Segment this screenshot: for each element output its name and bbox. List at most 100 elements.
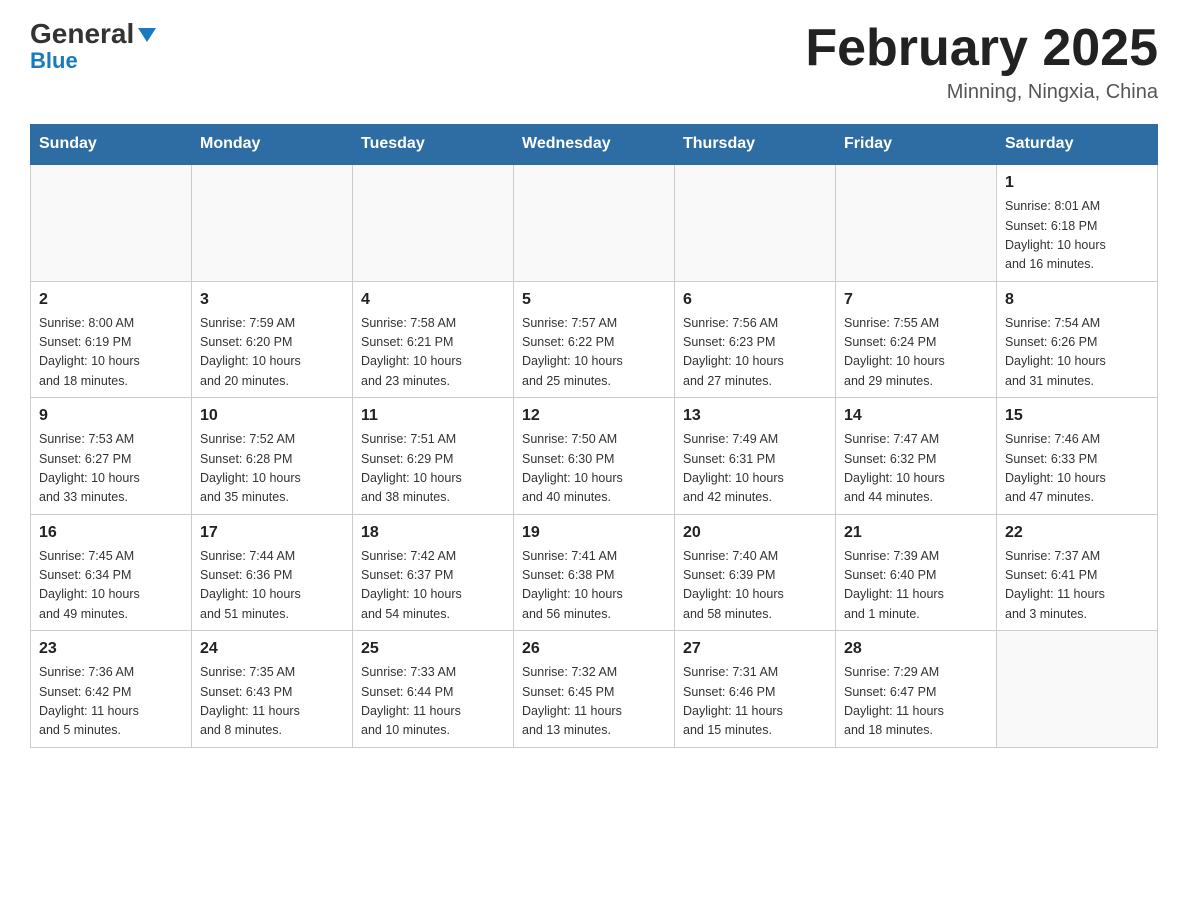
day-info: Sunrise: 7:29 AMSunset: 6:47 PMDaylight:… — [844, 663, 988, 741]
calendar-day-header: Thursday — [675, 125, 836, 165]
calendar-cell — [514, 164, 675, 281]
day-number: 6 — [683, 288, 827, 312]
day-info: Sunrise: 7:57 AMSunset: 6:22 PMDaylight:… — [522, 314, 666, 392]
calendar-cell: 1Sunrise: 8:01 AMSunset: 6:18 PMDaylight… — [997, 164, 1158, 281]
day-info: Sunrise: 8:00 AMSunset: 6:19 PMDaylight:… — [39, 314, 183, 392]
day-info: Sunrise: 7:39 AMSunset: 6:40 PMDaylight:… — [844, 547, 988, 625]
calendar-day-header: Saturday — [997, 125, 1158, 165]
calendar-cell: 19Sunrise: 7:41 AMSunset: 6:38 PMDayligh… — [514, 514, 675, 631]
calendar-cell: 13Sunrise: 7:49 AMSunset: 6:31 PMDayligh… — [675, 398, 836, 515]
day-info: Sunrise: 7:54 AMSunset: 6:26 PMDaylight:… — [1005, 314, 1149, 392]
calendar-header-row: SundayMondayTuesdayWednesdayThursdayFrid… — [31, 125, 1158, 165]
calendar-cell: 5Sunrise: 7:57 AMSunset: 6:22 PMDaylight… — [514, 281, 675, 398]
month-title: February 2025 — [805, 20, 1158, 77]
calendar-cell: 20Sunrise: 7:40 AMSunset: 6:39 PMDayligh… — [675, 514, 836, 631]
day-info: Sunrise: 7:42 AMSunset: 6:37 PMDaylight:… — [361, 547, 505, 625]
calendar-cell: 17Sunrise: 7:44 AMSunset: 6:36 PMDayligh… — [192, 514, 353, 631]
day-number: 25 — [361, 637, 505, 661]
day-info: Sunrise: 7:37 AMSunset: 6:41 PMDaylight:… — [1005, 547, 1149, 625]
day-info: Sunrise: 7:51 AMSunset: 6:29 PMDaylight:… — [361, 430, 505, 508]
calendar-cell: 25Sunrise: 7:33 AMSunset: 6:44 PMDayligh… — [353, 631, 514, 748]
day-number: 15 — [1005, 404, 1149, 428]
day-number: 5 — [522, 288, 666, 312]
day-number: 17 — [200, 521, 344, 545]
calendar-cell: 9Sunrise: 7:53 AMSunset: 6:27 PMDaylight… — [31, 398, 192, 515]
calendar-week-row: 23Sunrise: 7:36 AMSunset: 6:42 PMDayligh… — [31, 631, 1158, 748]
calendar-cell: 7Sunrise: 7:55 AMSunset: 6:24 PMDaylight… — [836, 281, 997, 398]
day-number: 21 — [844, 521, 988, 545]
day-info: Sunrise: 7:41 AMSunset: 6:38 PMDaylight:… — [522, 547, 666, 625]
day-number: 9 — [39, 404, 183, 428]
calendar-cell: 27Sunrise: 7:31 AMSunset: 6:46 PMDayligh… — [675, 631, 836, 748]
calendar-cell: 12Sunrise: 7:50 AMSunset: 6:30 PMDayligh… — [514, 398, 675, 515]
day-info: Sunrise: 7:44 AMSunset: 6:36 PMDaylight:… — [200, 547, 344, 625]
calendar-cell — [997, 631, 1158, 748]
day-number: 12 — [522, 404, 666, 428]
calendar-cell — [192, 164, 353, 281]
day-number: 26 — [522, 637, 666, 661]
day-info: Sunrise: 7:32 AMSunset: 6:45 PMDaylight:… — [522, 663, 666, 741]
day-info: Sunrise: 7:33 AMSunset: 6:44 PMDaylight:… — [361, 663, 505, 741]
day-info: Sunrise: 7:58 AMSunset: 6:21 PMDaylight:… — [361, 314, 505, 392]
calendar-day-header: Monday — [192, 125, 353, 165]
calendar-week-row: 16Sunrise: 7:45 AMSunset: 6:34 PMDayligh… — [31, 514, 1158, 631]
calendar-cell: 6Sunrise: 7:56 AMSunset: 6:23 PMDaylight… — [675, 281, 836, 398]
calendar-week-row: 2Sunrise: 8:00 AMSunset: 6:19 PMDaylight… — [31, 281, 1158, 398]
day-number: 11 — [361, 404, 505, 428]
day-info: Sunrise: 7:45 AMSunset: 6:34 PMDaylight:… — [39, 547, 183, 625]
day-info: Sunrise: 7:59 AMSunset: 6:20 PMDaylight:… — [200, 314, 344, 392]
day-number: 18 — [361, 521, 505, 545]
page-header: General Blue February 2025 Minning, Ning… — [30, 20, 1158, 104]
day-number: 13 — [683, 404, 827, 428]
day-number: 2 — [39, 288, 183, 312]
calendar-cell: 23Sunrise: 7:36 AMSunset: 6:42 PMDayligh… — [31, 631, 192, 748]
calendar-cell: 16Sunrise: 7:45 AMSunset: 6:34 PMDayligh… — [31, 514, 192, 631]
day-info: Sunrise: 7:47 AMSunset: 6:32 PMDaylight:… — [844, 430, 988, 508]
day-number: 19 — [522, 521, 666, 545]
calendar-cell: 11Sunrise: 7:51 AMSunset: 6:29 PMDayligh… — [353, 398, 514, 515]
day-number: 4 — [361, 288, 505, 312]
calendar-cell — [836, 164, 997, 281]
calendar-cell: 2Sunrise: 8:00 AMSunset: 6:19 PMDaylight… — [31, 281, 192, 398]
day-number: 28 — [844, 637, 988, 661]
logo-arrow-icon — [136, 24, 158, 46]
day-number: 8 — [1005, 288, 1149, 312]
day-info: Sunrise: 7:56 AMSunset: 6:23 PMDaylight:… — [683, 314, 827, 392]
day-number: 10 — [200, 404, 344, 428]
day-number: 7 — [844, 288, 988, 312]
day-number: 3 — [200, 288, 344, 312]
logo-blue: Blue — [30, 48, 78, 74]
calendar-cell: 28Sunrise: 7:29 AMSunset: 6:47 PMDayligh… — [836, 631, 997, 748]
calendar-cell: 15Sunrise: 7:46 AMSunset: 6:33 PMDayligh… — [997, 398, 1158, 515]
calendar-cell: 26Sunrise: 7:32 AMSunset: 6:45 PMDayligh… — [514, 631, 675, 748]
calendar-day-header: Wednesday — [514, 125, 675, 165]
title-area: February 2025 Minning, Ningxia, China — [805, 20, 1158, 104]
day-info: Sunrise: 7:50 AMSunset: 6:30 PMDaylight:… — [522, 430, 666, 508]
calendar-day-header: Sunday — [31, 125, 192, 165]
day-info: Sunrise: 7:36 AMSunset: 6:42 PMDaylight:… — [39, 663, 183, 741]
logo-general: General — [30, 20, 134, 48]
calendar-cell — [675, 164, 836, 281]
calendar-cell: 21Sunrise: 7:39 AMSunset: 6:40 PMDayligh… — [836, 514, 997, 631]
calendar-table: SundayMondayTuesdayWednesdayThursdayFrid… — [30, 124, 1158, 748]
day-number: 16 — [39, 521, 183, 545]
logo: General Blue — [30, 20, 158, 74]
day-info: Sunrise: 7:35 AMSunset: 6:43 PMDaylight:… — [200, 663, 344, 741]
calendar-cell: 10Sunrise: 7:52 AMSunset: 6:28 PMDayligh… — [192, 398, 353, 515]
day-number: 20 — [683, 521, 827, 545]
day-info: Sunrise: 7:55 AMSunset: 6:24 PMDaylight:… — [844, 314, 988, 392]
calendar-day-header: Tuesday — [353, 125, 514, 165]
calendar-cell — [353, 164, 514, 281]
calendar-cell — [31, 164, 192, 281]
calendar-week-row: 9Sunrise: 7:53 AMSunset: 6:27 PMDaylight… — [31, 398, 1158, 515]
calendar-day-header: Friday — [836, 125, 997, 165]
day-info: Sunrise: 7:46 AMSunset: 6:33 PMDaylight:… — [1005, 430, 1149, 508]
calendar-body: 1Sunrise: 8:01 AMSunset: 6:18 PMDaylight… — [31, 164, 1158, 747]
day-number: 23 — [39, 637, 183, 661]
calendar-cell: 8Sunrise: 7:54 AMSunset: 6:26 PMDaylight… — [997, 281, 1158, 398]
calendar-cell: 14Sunrise: 7:47 AMSunset: 6:32 PMDayligh… — [836, 398, 997, 515]
calendar-week-row: 1Sunrise: 8:01 AMSunset: 6:18 PMDaylight… — [31, 164, 1158, 281]
calendar-cell: 18Sunrise: 7:42 AMSunset: 6:37 PMDayligh… — [353, 514, 514, 631]
calendar-cell: 24Sunrise: 7:35 AMSunset: 6:43 PMDayligh… — [192, 631, 353, 748]
day-number: 1 — [1005, 171, 1149, 195]
